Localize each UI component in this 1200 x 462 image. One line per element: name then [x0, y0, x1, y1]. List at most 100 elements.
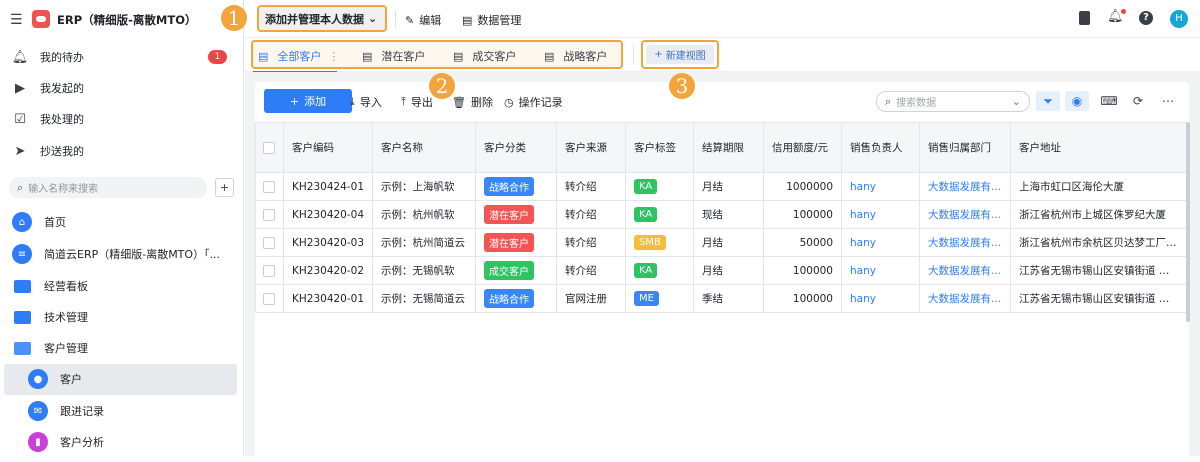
more-horizontal-icon: ⋯ [1162, 94, 1174, 108]
table-row[interactable]: KH230420-04示例：杭州帆软 潜在客户转介绍 KA现结 100000 h… [256, 201, 1187, 229]
dropdown-label: 添加并管理本人数据 [265, 11, 364, 27]
column-header[interactable]: 客户名称 [373, 123, 476, 173]
column-header[interactable]: 信用额度/元 [764, 123, 842, 173]
home-icon: ⌂ [12, 212, 32, 232]
new-view-highlight: +新建视图 [641, 40, 719, 69]
sidebar-item-todo[interactable]: 🔔︎我的待办 [12, 45, 84, 69]
vertical-scrollbar[interactable] [1186, 122, 1190, 322]
cell-dept[interactable]: 大数据发展有... [920, 201, 1011, 229]
edit-button[interactable]: ✎编辑 [405, 12, 441, 28]
cell-name: 示例：杭州帆软 [373, 201, 476, 229]
sidebar-item-analysis[interactable]: ▮客户分析 [28, 430, 104, 454]
cell-owner[interactable]: hany [842, 229, 920, 257]
chevron-down-icon: ⌄ [1012, 95, 1021, 108]
column-header[interactable]: 销售负责人 [842, 123, 920, 173]
cell-code: KH230420-03 [284, 229, 373, 257]
select-all-checkbox[interactable] [263, 142, 275, 154]
keyboard-button[interactable]: ⌨ [1097, 91, 1121, 111]
menu-toggle-icon[interactable]: ☰ [10, 12, 23, 28]
export-button[interactable]: ⤒导出 [401, 94, 433, 110]
table-row[interactable]: KH230420-01示例：无锡简道云 战略合作官网注册 ME季结 100000… [256, 285, 1187, 313]
search-icon: ⌕ [885, 95, 891, 109]
sidebar-item-label: 我处理的 [40, 111, 84, 127]
category-tag: 战略合作 [484, 289, 534, 308]
cell-source: 转介绍 [557, 173, 626, 201]
row-checkbox[interactable] [263, 181, 275, 193]
data-scope-dropdown[interactable]: 添加并管理本人数据⌄ [257, 5, 387, 32]
column-header[interactable]: 客户编码 [284, 123, 373, 173]
row-checkbox[interactable] [263, 293, 275, 305]
column-header[interactable]: 客户地址 [1011, 123, 1187, 173]
cell-source: 转介绍 [557, 257, 626, 285]
add-item-button[interactable]: + [215, 178, 234, 197]
notification-bell-icon[interactable]: 🔔︎ [1107, 9, 1124, 24]
book-icon[interactable] [1079, 11, 1090, 25]
cell-dept[interactable]: 大数据发展有... [920, 229, 1011, 257]
more-button[interactable]: ⋯ [1156, 91, 1180, 111]
sidebar-item-label: 简道云ERP（精细版-离散MTO）「... [44, 246, 220, 262]
new-view-button[interactable]: +新建视图 [646, 45, 714, 64]
help-icon[interactable]: ? [1139, 11, 1153, 25]
sidebar-item-handled[interactable]: ☑我处理的 [12, 107, 84, 131]
sidebar-item-customer[interactable]: ●客户 [28, 367, 82, 391]
row-checkbox[interactable] [263, 209, 275, 221]
clock-icon: ◷ [504, 96, 514, 109]
avatar[interactable]: H [1170, 10, 1188, 28]
sidebar-item-erp[interactable]: ≡简道云ERP（精细版-离散MTO）「... [12, 242, 220, 266]
table-row[interactable]: KH230420-03示例：杭州简道云 潜在客户转介绍 SMB月结 50000 … [256, 229, 1187, 257]
row-checkbox[interactable] [263, 265, 275, 277]
column-header[interactable]: 结算期限 [694, 123, 764, 173]
refresh-button[interactable]: ⟳ [1126, 91, 1150, 111]
cell-code: KH230420-02 [284, 257, 373, 285]
sidebar-item-cc[interactable]: ➤抄送我的 [12, 139, 84, 163]
row-checkbox[interactable] [263, 237, 275, 249]
sidebar-item-label: 技术管理 [44, 309, 88, 325]
filter-button[interactable]: ⏷ [1036, 91, 1060, 111]
sidebar-search-input[interactable]: ⌕输入名称来搜索 [9, 177, 207, 198]
cell-source: 转介绍 [557, 229, 626, 257]
tab-label: 全部客户 [277, 48, 321, 64]
cell-dept[interactable]: 大数据发展有... [920, 257, 1011, 285]
history-button[interactable]: ◷操作记录 [504, 94, 563, 110]
import-button[interactable]: ⤓导入 [350, 94, 382, 110]
cell-dept[interactable]: 大数据发展有... [920, 285, 1011, 313]
table-row[interactable]: KH230424-01示例：上海帆软 战略合作转介绍 KA月结 1000000 … [256, 173, 1187, 201]
cell-name: 示例：无锡简道云 [373, 285, 476, 313]
tab-all-customers[interactable]: ▤全部客户⋮ [258, 48, 339, 64]
plus-icon: + [654, 49, 662, 60]
sidebar-item-tech[interactable]: 技术管理 [12, 305, 88, 329]
column-header[interactable]: 客户分类 [476, 123, 557, 173]
more-vertical-icon[interactable]: ⋮ [328, 50, 339, 63]
annotation-marker-2: 2 [429, 73, 455, 99]
tab-closed[interactable]: ▤成交客户 [453, 48, 516, 64]
annotation-marker-3: 3 [669, 73, 695, 99]
cell-source: 官网注册 [557, 285, 626, 313]
view-tabs-bar: ▤ 全部客户 ⋮ ▤潜在客户 ▤成交客户 ▤战略客户 +新建视图 [245, 38, 1200, 72]
cell-dept[interactable]: 大数据发展有... [920, 173, 1011, 201]
table-icon: ▤ [362, 50, 372, 63]
sidebar-item-customer-mgmt[interactable]: 客户管理 [12, 336, 88, 360]
sidebar-item-initiated[interactable]: ▶我发起的 [12, 76, 84, 100]
cell-owner[interactable]: hany [842, 201, 920, 229]
cell-owner[interactable]: hany [842, 285, 920, 313]
folder-open-icon [14, 342, 31, 355]
sidebar-item-followup[interactable]: ✉跟进记录 [28, 399, 104, 423]
table-row[interactable]: KH230420-02示例：无锡帆软 成交客户转介绍 KA月结 100000 h… [256, 257, 1187, 285]
delete-button[interactable]: 🗑︎删除 [452, 94, 493, 110]
search-data-input[interactable]: ⌕搜索数据⌄ [876, 91, 1030, 112]
cell-owner[interactable]: hany [842, 173, 920, 201]
column-header[interactable]: 客户来源 [557, 123, 626, 173]
data-manage-button[interactable]: ▤数据管理 [462, 12, 521, 28]
data-card: +添加 ⤓导入 ⤒导出 🗑︎删除 ◷操作记录 ⌕搜索数据⌄ ⏷ ◉ ⌨ ⟳ ⋯ … [255, 82, 1189, 462]
tab-potential[interactable]: ▤潜在客户 [362, 48, 425, 64]
field-visibility-button[interactable]: ◉ [1065, 91, 1089, 111]
play-icon: ▶ [12, 80, 28, 96]
sidebar-item-dashboard[interactable]: 经营看板 [12, 274, 88, 298]
column-header[interactable]: 客户标签 [626, 123, 694, 173]
add-button[interactable]: +添加 [264, 89, 352, 113]
cell-term: 月结 [694, 229, 764, 257]
tab-strategic[interactable]: ▤战略客户 [544, 48, 607, 64]
sidebar-item-home[interactable]: ⌂首页 [12, 210, 66, 234]
column-header[interactable]: 销售归属部门 [920, 123, 1011, 173]
cell-owner[interactable]: hany [842, 257, 920, 285]
